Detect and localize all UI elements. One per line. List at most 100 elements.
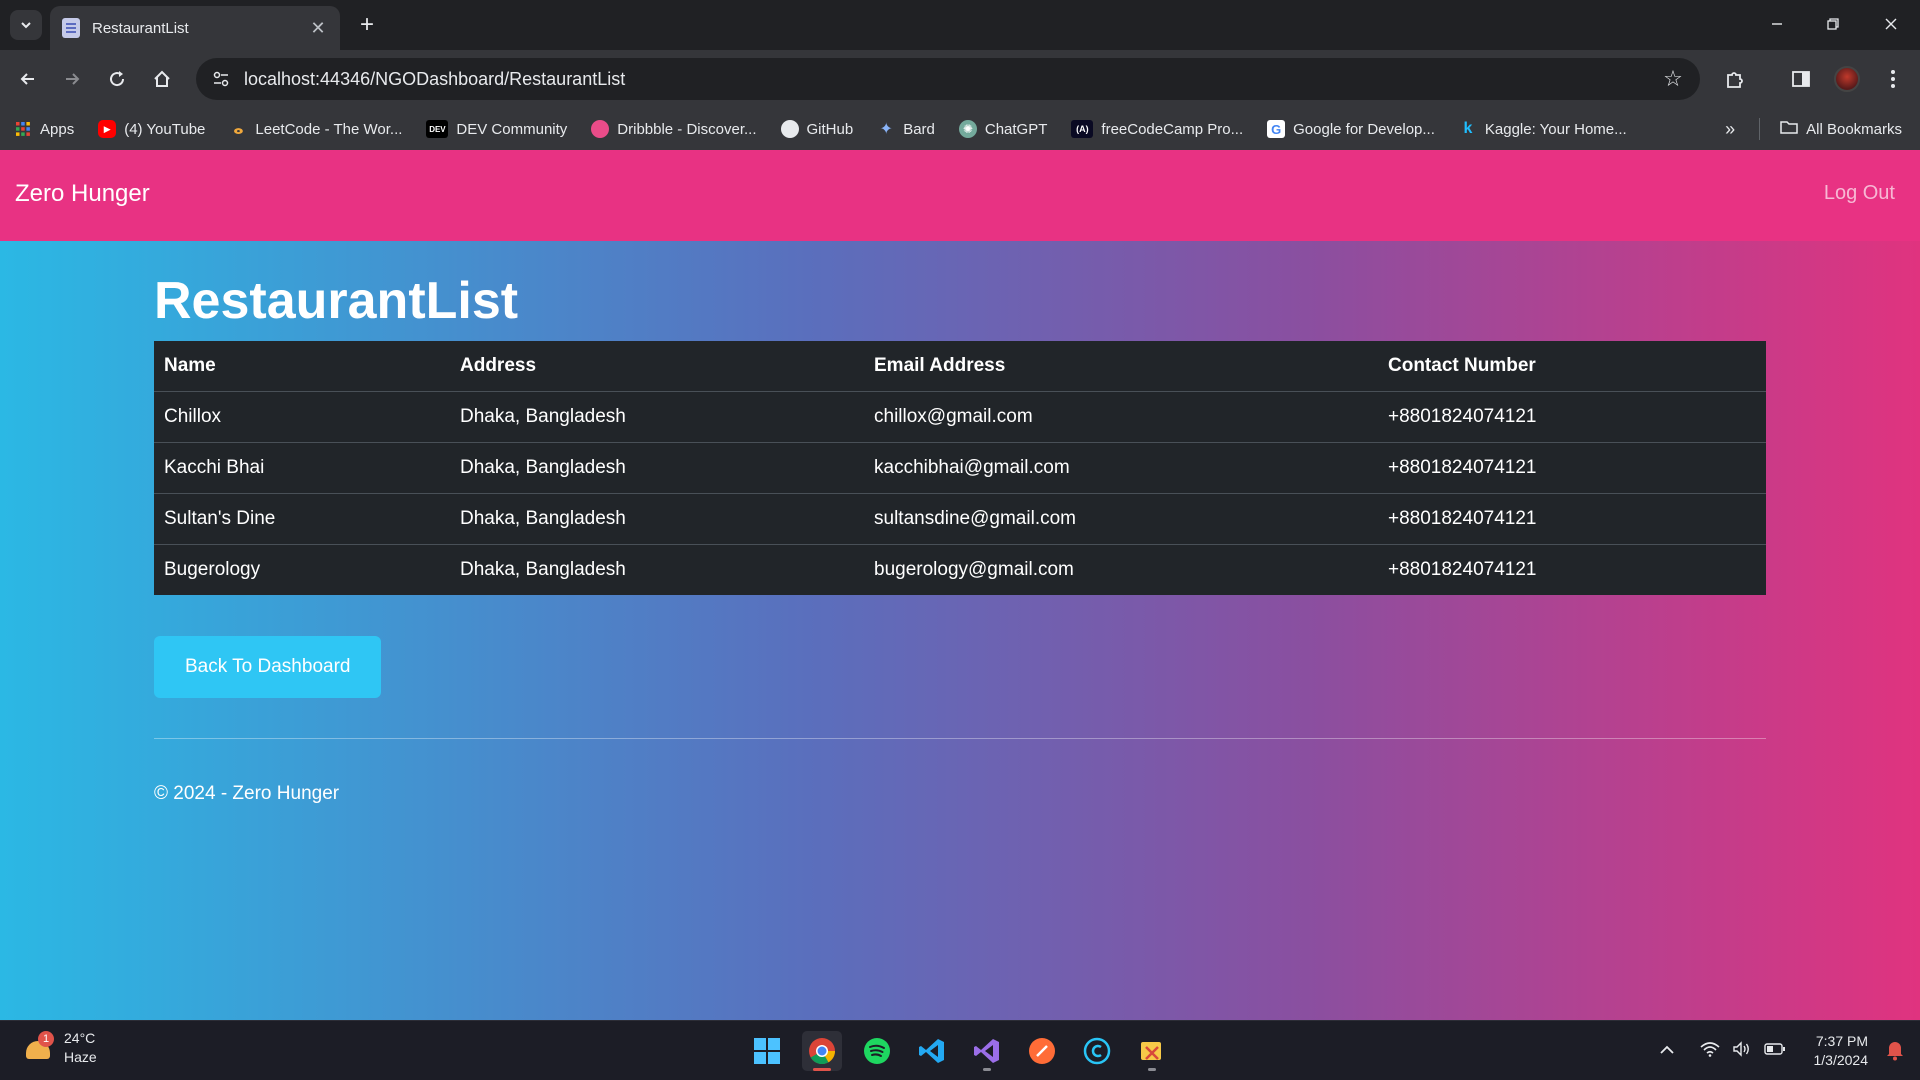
restaurant-contact: +8801824074121 <box>1378 391 1766 443</box>
bookmarks-right: » All Bookmarks <box>1725 108 1902 150</box>
more-bookmarks-icon[interactable]: » <box>1725 119 1735 140</box>
vscode-icon <box>919 1039 944 1063</box>
bookmark-google-developers[interactable]: G Google for Develop... <box>1267 120 1435 138</box>
bookmark-chatgpt[interactable]: ✺ ChatGPT <box>958 120 1048 138</box>
avatar <box>1834 66 1860 92</box>
puzzle-icon <box>1727 72 1743 88</box>
battery-icon[interactable] <box>1764 1042 1786 1061</box>
back-to-dashboard-button[interactable]: Back To Dashboard <box>154 636 382 698</box>
separator <box>1759 118 1761 140</box>
forward-button[interactable] <box>57 64 87 94</box>
wifi-icon[interactable] <box>1700 1041 1720 1062</box>
bookmark-kaggle[interactable]: k Kaggle: Your Home... <box>1459 120 1627 138</box>
weather-badge: 1 <box>38 1031 54 1047</box>
extensions-button[interactable] <box>1720 64 1750 94</box>
reload-button[interactable] <box>102 64 132 94</box>
weather-temp: 24°C <box>64 1030 96 1046</box>
page-favicon-icon <box>62 18 80 38</box>
url-text: localhost:44346/NGODashboard/RestaurantL… <box>244 68 626 89</box>
kebab-menu-icon <box>1891 70 1895 88</box>
back-button[interactable] <box>13 64 43 94</box>
bookmark-label: GitHub <box>806 120 854 138</box>
brand-link[interactable]: Zero Hunger <box>15 180 150 208</box>
taskbar-snipping-tool[interactable] <box>1132 1031 1172 1071</box>
bookmark-label: Kaggle: Your Home... <box>1484 120 1627 138</box>
bookmark-label: DEV Community <box>456 120 568 138</box>
arrow-left-icon <box>20 73 34 85</box>
bookmark-dev-community[interactable]: DEV DEV Community <box>426 120 567 138</box>
column-header-contact: Contact Number <box>1378 341 1766 392</box>
bookmark-bard[interactable]: ✦ Bard <box>877 120 935 139</box>
bookmark-youtube[interactable]: ▶ (4) YouTube <box>98 120 205 138</box>
bookmark-label: ChatGPT <box>984 120 1048 138</box>
column-header-address: Address <box>450 341 864 392</box>
taskbar-spotify[interactable] <box>857 1031 897 1071</box>
all-bookmarks-link[interactable]: All Bookmarks <box>1806 121 1902 138</box>
taskbar-app-c[interactable] <box>1077 1031 1117 1071</box>
taskbar-clock[interactable]: 7:37 PM 1/3/2024 <box>1814 1032 1869 1070</box>
bookmark-leetcode[interactable]: ⴰ LeetCode - The Wor... <box>229 120 402 139</box>
table-row: Kacchi Bhai Dhaka, Bangladesh kacchibhai… <box>154 442 1766 494</box>
taskbar-postman[interactable] <box>1022 1031 1062 1071</box>
start-button[interactable] <box>747 1031 787 1071</box>
spotify-icon <box>864 1038 890 1064</box>
bookmark-label: Apps <box>40 120 75 138</box>
column-header-name: Name <box>154 341 450 392</box>
site-info-icon[interactable] <box>206 64 236 94</box>
menu-button[interactable] <box>1878 64 1908 94</box>
close-icon <box>1885 18 1897 30</box>
restore-button[interactable] <box>1810 6 1856 42</box>
bookmark-label: Bard <box>903 120 935 138</box>
restaurant-email: bugerology@gmail.com <box>874 558 1074 580</box>
table-header-row: Name Address Email Address Contact Numbe… <box>154 341 1766 392</box>
clock-date: 1/3/2024 <box>1813 1052 1869 1068</box>
windows-logo-icon <box>754 1038 780 1064</box>
close-tab-icon[interactable]: ✕ <box>308 18 328 39</box>
bookmark-github[interactable]: GitHub <box>780 120 854 138</box>
github-icon <box>780 120 799 138</box>
restaurant-table: Name Address Email Address Contact Numbe… <box>154 341 1766 595</box>
restaurant-name: Chillox <box>154 391 450 443</box>
table-row: Sultan's Dine Dhaka, Bangladesh sultansd… <box>154 493 1766 545</box>
bookmark-apps[interactable]: Apps <box>14 120 74 138</box>
volume-icon[interactable] <box>1732 1040 1752 1062</box>
page-title: RestaurantList <box>154 272 519 330</box>
minimize-icon <box>1772 23 1782 25</box>
tab-search-button[interactable] <box>10 10 42 40</box>
new-tab-button[interactable]: + <box>352 10 382 40</box>
browser-toolbar: localhost:44346/NGODashboard/RestaurantL… <box>0 50 1920 108</box>
logout-link[interactable]: Log Out <box>1824 182 1895 205</box>
visual-studio-icon <box>974 1039 999 1063</box>
bookmark-freecodecamp[interactable]: (A) freeCodeCamp Pro... <box>1071 120 1243 138</box>
taskbar-vscode[interactable] <box>912 1031 952 1071</box>
taskbar-visual-studio[interactable] <box>967 1031 1007 1071</box>
bookmark-dribbble[interactable]: Dribbble - Discover... <box>591 120 757 138</box>
minimize-button[interactable] <box>1754 6 1800 42</box>
close-window-button[interactable] <box>1868 6 1914 42</box>
taskbar-chrome[interactable] <box>802 1031 842 1071</box>
notification-bell-icon[interactable] <box>1886 1039 1904 1066</box>
restaurant-email: kacchibhai@gmail.com <box>864 442 1378 494</box>
tab-title: RestaurantList <box>92 19 189 37</box>
side-panel-button[interactable] <box>1786 64 1816 94</box>
profile-button[interactable] <box>1832 64 1862 94</box>
tab-restaurantlist[interactable]: RestaurantList ✕ <box>50 6 340 50</box>
table-row: Chillox Dhaka, Bangladesh chillox@gmail.… <box>154 391 1766 443</box>
address-bar[interactable]: localhost:44346/NGODashboard/RestaurantL… <box>196 58 1700 100</box>
bookmark-label: freeCodeCamp Pro... <box>1101 120 1244 138</box>
weather-widget[interactable]: 1 24°C Haze <box>22 1029 97 1067</box>
bookmark-star-icon[interactable]: ☆ <box>1658 64 1688 94</box>
weather-condition: Haze <box>64 1049 97 1065</box>
restaurant-address: Dhaka, Bangladesh <box>450 493 864 545</box>
chevron-down-icon <box>21 22 31 29</box>
bookmark-label: Google for Develop... <box>1293 120 1435 138</box>
restaurant-address: Dhaka, Bangladesh <box>460 558 626 580</box>
table-row: Bugerology Dhaka, Bangladesh bugerology@… <box>154 544 1766 595</box>
restaurant-contact: +8801824074121 <box>1378 493 1766 545</box>
arrow-right-icon <box>66 73 80 85</box>
footer-copyright: © 2024 - Zero Hunger <box>154 783 340 804</box>
restaurant-name: Sultan's Dine <box>154 493 450 545</box>
home-button[interactable] <box>147 64 177 94</box>
chevron-up-icon[interactable] <box>1660 1042 1674 1060</box>
restaurant-email: sultansdine@gmail.com <box>864 493 1378 545</box>
